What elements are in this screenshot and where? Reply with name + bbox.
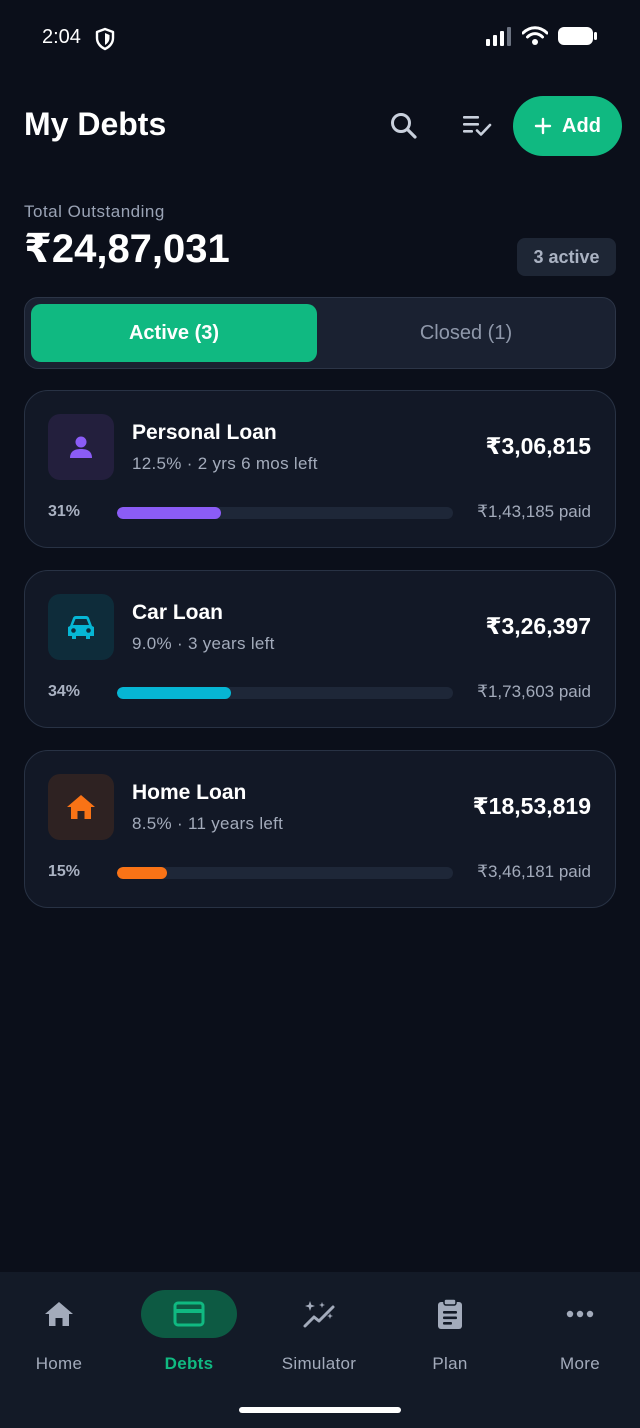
sparkle-chart-icon — [303, 1301, 335, 1328]
loan-name: Personal Loan — [132, 421, 277, 444]
nav-icon-container — [271, 1290, 367, 1338]
home-indicator — [239, 1407, 401, 1413]
loan-card-home[interactable]: Home Loan 8.5% · 11 years left ₹18,53,81… — [24, 750, 616, 908]
shield-icon — [95, 27, 115, 51]
sort-filter-button[interactable] — [453, 102, 501, 150]
loan-outstanding-amount: ₹18,53,819 — [472, 793, 591, 819]
loan-details: 12.5% · 2 yrs 6 mos left — [132, 454, 318, 473]
loan-details: 9.0% · 3 years left — [132, 634, 275, 653]
loan-progress-percent: 34% — [48, 683, 81, 700]
loan-progress-bar — [117, 507, 453, 519]
nav-label: Home — [35, 1354, 83, 1373]
status-indicators — [486, 26, 598, 46]
search-button[interactable] — [380, 102, 428, 150]
loan-name: Home Loan — [132, 781, 247, 804]
nav-label: Plan — [432, 1354, 468, 1373]
nav-item-debts[interactable]: Debts — [125, 1290, 253, 1380]
bottom-nav: Home Debts Simulator Plan More — [0, 1272, 640, 1428]
home-icon — [45, 1302, 73, 1326]
nav-item-simulator[interactable]: Simulator — [255, 1290, 383, 1380]
nav-icon-container — [141, 1290, 237, 1338]
loan-card-car[interactable]: Car Loan 9.0% · 3 years left ₹3,26,397 3… — [24, 570, 616, 728]
page-title: My Debts — [24, 106, 167, 142]
tab-active[interactable]: Active (3) — [31, 304, 317, 362]
nav-label: Debts — [164, 1354, 214, 1373]
status-time: 2:04 — [42, 26, 81, 48]
person-icon — [70, 436, 92, 458]
loan-paid-amount: ₹1,73,603 paid — [477, 682, 591, 701]
total-outstanding-value: ₹24,87,031 — [24, 227, 230, 271]
loan-card-personal[interactable]: Personal Loan 12.5% · 2 yrs 6 mos left ₹… — [24, 390, 616, 548]
loan-progress-fill — [117, 867, 168, 879]
loan-paid-amount: ₹1,43,185 paid — [477, 502, 591, 521]
clipboard-icon — [438, 1298, 462, 1329]
nav-icon-container — [532, 1290, 628, 1338]
loan-name: Car Loan — [132, 601, 224, 624]
nav-item-plan[interactable]: Plan — [386, 1290, 514, 1380]
add-debt-button[interactable]: Add — [513, 96, 622, 156]
loan-progress-percent: 15% — [48, 863, 81, 880]
loan-progress-percent: 31% — [48, 503, 81, 520]
nav-label: More — [560, 1354, 600, 1373]
wifi-icon — [522, 26, 548, 45]
nav-item-more[interactable]: More — [516, 1290, 640, 1380]
loan-icon-tile — [48, 774, 114, 840]
house-icon — [67, 795, 95, 819]
search-icon — [391, 113, 417, 139]
loan-progress-bar — [117, 867, 453, 879]
add-button-label: Add — [562, 114, 601, 137]
total-outstanding-label: Total Outstanding — [24, 202, 165, 221]
plus-icon — [534, 117, 552, 135]
battery-icon — [558, 27, 597, 45]
status-tabs: Active (3) Closed (1) — [24, 297, 616, 369]
loan-icon-tile — [48, 414, 114, 480]
loan-outstanding-amount: ₹3,26,397 — [485, 613, 591, 639]
loan-progress-bar — [117, 687, 453, 699]
card-icon — [173, 1301, 205, 1327]
sort-check-icon — [463, 116, 492, 136]
nav-icon-container — [402, 1290, 498, 1338]
tab-closed[interactable]: Closed (1) — [321, 304, 611, 362]
loan-progress-fill — [117, 507, 222, 519]
loan-progress-fill — [117, 687, 232, 699]
signal-icon — [486, 27, 511, 46]
nav-item-home[interactable]: Home — [0, 1290, 123, 1380]
nav-icon-container — [11, 1290, 107, 1338]
status-bar: 2:04 — [0, 0, 640, 80]
loan-paid-amount: ₹3,46,181 paid — [477, 862, 591, 881]
nav-label: Simulator — [281, 1354, 357, 1373]
loan-icon-tile — [48, 594, 114, 660]
loan-details: 8.5% · 11 years left — [132, 814, 284, 833]
loan-outstanding-amount: ₹3,06,815 — [485, 433, 591, 459]
more-icon — [566, 1310, 594, 1318]
active-count-badge: 3 active — [517, 238, 616, 276]
car-icon — [68, 616, 94, 639]
